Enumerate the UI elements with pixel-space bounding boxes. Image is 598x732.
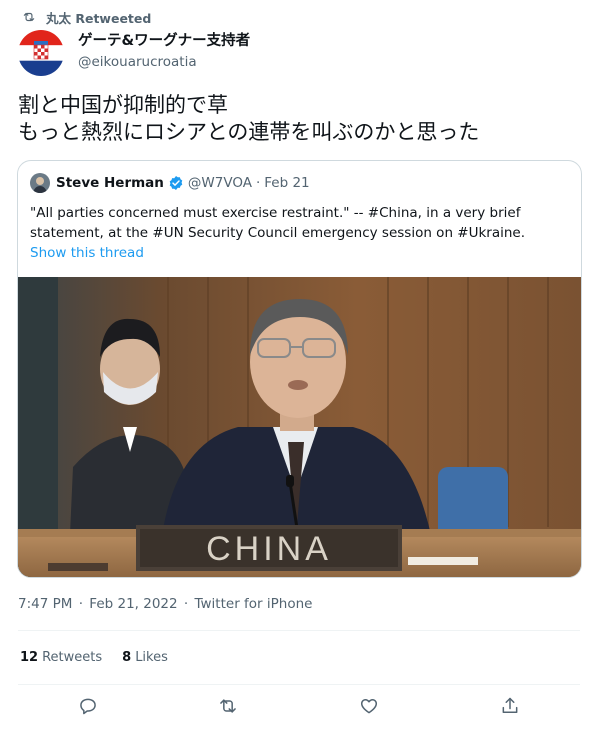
reply-icon	[80, 698, 96, 715]
tweet-text-line-1: 割と中国が抑制的で草	[18, 93, 228, 117]
meta-separator-1: ·	[78, 596, 83, 612]
divider	[18, 684, 580, 685]
reply-button[interactable]	[76, 694, 100, 718]
retweet-icon	[23, 12, 35, 22]
retweeted-by-row[interactable]: 丸太 Retweeted	[22, 8, 151, 26]
quoted-tweet-card[interactable]: Steve Herman @W7VOA · Feb 21 "All partie…	[17, 160, 582, 578]
verified-badge-icon	[169, 176, 183, 190]
tweet-client[interactable]: Twitter for iPhone	[195, 596, 313, 612]
quoted-separator: ·	[255, 175, 261, 191]
quoted-tweet-photo[interactable]: CHINA	[18, 277, 582, 578]
show-thread-link[interactable]: Show this thread	[30, 243, 144, 263]
tweet-author: ゲーテ&ワーグナー支持者 @eikouarucroatia	[18, 30, 250, 76]
heart-icon	[360, 699, 378, 714]
author-avatar[interactable]	[18, 30, 64, 76]
retweet-button[interactable]	[216, 694, 240, 718]
divider	[18, 630, 580, 631]
likes-stat[interactable]: 8 Likes	[122, 650, 168, 665]
retweet-icon	[220, 699, 236, 713]
author-handle[interactable]: @eikouarucroatia	[78, 53, 250, 72]
quoted-tweet-text: "All parties concerned must exercise res…	[30, 203, 570, 243]
retweets-label: Retweets	[42, 650, 103, 665]
quoted-text-line-1: "All parties concerned must exercise res…	[30, 205, 521, 221]
likes-count: 8	[122, 650, 132, 665]
retweeted-by-label: 丸太 Retweeted	[46, 10, 152, 26]
tweet-text: 割と中国が抑制的で草 もっと熱烈にロシアとの連帯を叫ぶのかと思った	[18, 92, 578, 146]
nameplate-text: CHINA	[206, 530, 332, 568]
quoted-author-name: Steve Herman	[56, 175, 164, 191]
like-button[interactable]	[357, 694, 381, 718]
quoted-author-handle: @W7VOA	[187, 175, 252, 191]
tweet-meta: 7:47 PM · Feb 21, 2022 · Twitter for iPh…	[18, 596, 314, 612]
tweet-actions	[0, 694, 598, 722]
quoted-text-line-2: statement, at the #UN Security Council e…	[30, 225, 526, 241]
author-display-name[interactable]: ゲーテ&ワーグナー支持者	[78, 32, 250, 51]
tweet-stats: 12 Retweets 8 Likes	[20, 650, 188, 665]
retweets-stat[interactable]: 12 Retweets	[20, 650, 102, 665]
tweet-date[interactable]: Feb 21, 2022	[89, 596, 177, 612]
likes-label: Likes	[135, 650, 168, 665]
quoted-date: Feb 21	[264, 175, 310, 191]
quoted-author-avatar	[30, 173, 50, 193]
meta-separator-2: ·	[183, 596, 189, 612]
tweet-time[interactable]: 7:47 PM	[18, 596, 72, 612]
share-button[interactable]	[498, 694, 522, 718]
tweet-text-line-2: もっと熱烈にロシアとの連帯を叫ぶのかと思った	[18, 120, 480, 144]
share-icon	[502, 697, 518, 713]
retweets-count: 12	[20, 650, 39, 665]
quoted-tweet-header: Steve Herman @W7VOA · Feb 21	[30, 173, 310, 193]
